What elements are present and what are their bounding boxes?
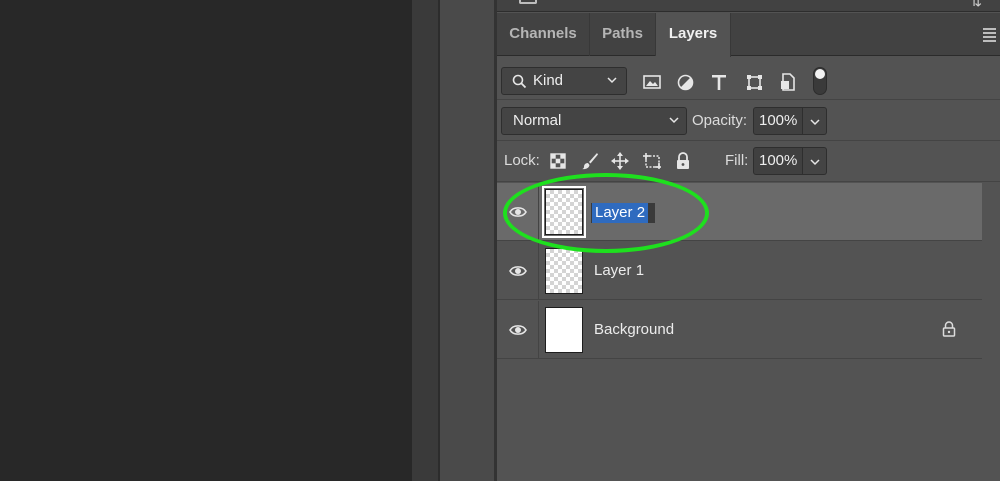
- opacity-input[interactable]: 100%: [753, 107, 803, 135]
- smart-object-filter-icon[interactable]: [778, 72, 798, 92]
- document-canvas-area[interactable]: [0, 0, 412, 481]
- tab-channels[interactable]: Channels: [497, 13, 590, 56]
- eye-icon: [509, 207, 527, 217]
- layer-thumbnail[interactable]: [545, 307, 583, 353]
- image-filter-icon[interactable]: [642, 72, 662, 92]
- eye-icon: [509, 325, 527, 335]
- search-icon: [512, 74, 527, 89]
- filter-toggle[interactable]: [813, 67, 827, 95]
- lock-position-icon[interactable]: [610, 151, 630, 171]
- lock-label: Lock:: [504, 152, 540, 169]
- adjustment-filter-icon[interactable]: [675, 72, 695, 92]
- chevron-down-icon: [607, 77, 617, 84]
- blend-mode-value: Normal: [513, 112, 562, 129]
- tab-layers[interactable]: Layers: [656, 13, 731, 57]
- layer-filter-row: Kind: [497, 62, 1000, 98]
- tab-paths[interactable]: Paths: [590, 13, 656, 56]
- fill-input[interactable]: 100%: [753, 147, 803, 175]
- filter-kind-select[interactable]: Kind: [501, 67, 627, 95]
- layer-row-background[interactable]: Background: [497, 301, 982, 359]
- filter-kind-label: Kind: [533, 72, 564, 89]
- chevron-down-icon: [810, 119, 820, 126]
- layer-name: Layer 1: [594, 262, 645, 279]
- divider: [497, 181, 1000, 182]
- eye-icon: [509, 266, 527, 276]
- lock-artboard-icon[interactable]: [642, 151, 662, 171]
- lock-icon[interactable]: [942, 321, 956, 337]
- layer-row-layer-1[interactable]: Layer 1: [497, 242, 982, 300]
- layer-name-input[interactable]: Layer 2: [591, 203, 655, 223]
- opacity-value: 100%: [759, 112, 798, 129]
- sort-arrows-icon[interactable]: ⇅: [970, 0, 982, 10]
- chevron-down-icon: [669, 117, 679, 124]
- layer-thumbnail[interactable]: [545, 248, 583, 294]
- fill-dropdown-button[interactable]: [803, 147, 827, 175]
- lock-all-icon[interactable]: [673, 151, 693, 171]
- panel-menu-icon[interactable]: [983, 28, 996, 44]
- chevron-down-icon: [810, 159, 820, 166]
- panel-scroll-gutter: [982, 183, 1000, 481]
- divider: [497, 99, 1000, 100]
- fill-label: Fill:: [725, 152, 749, 169]
- toggle-knob: [815, 69, 825, 79]
- lock-image-pixels-icon[interactable]: [580, 151, 600, 171]
- fill-value: 100%: [759, 152, 798, 169]
- layer-thumbnail[interactable]: [545, 189, 583, 235]
- lock-transparent-pixels-icon[interactable]: [548, 151, 568, 171]
- visibility-toggle[interactable]: [497, 242, 539, 300]
- opacity-label: Opacity:: [692, 112, 748, 129]
- layer-name-selected-text: Layer 2: [592, 203, 649, 223]
- layer-name: Background: [594, 321, 675, 338]
- panel-top-strip: ⇅: [497, 0, 1000, 12]
- layers-panel: ⇅ Channels Paths Layers Kind Normal Opac…: [497, 0, 1000, 481]
- collapsed-panel-dock: [440, 0, 494, 481]
- panel-dock-icon[interactable]: [519, 0, 537, 4]
- shape-filter-icon[interactable]: [744, 72, 764, 92]
- visibility-toggle[interactable]: [497, 301, 539, 359]
- type-filter-icon[interactable]: [709, 72, 729, 92]
- opacity-dropdown-button[interactable]: [803, 107, 827, 135]
- layer-row-layer-2[interactable]: Layer 2: [497, 183, 982, 241]
- lock-row: Lock: Fill: 100%: [497, 142, 1000, 178]
- blend-mode-select[interactable]: Normal: [501, 107, 687, 135]
- panel-gutter: [412, 0, 438, 481]
- panel-tab-bar: Channels Paths Layers: [497, 13, 1000, 57]
- blend-row: Normal Opacity: 100%: [497, 102, 1000, 138]
- visibility-toggle[interactable]: [497, 183, 539, 241]
- divider: [497, 140, 1000, 141]
